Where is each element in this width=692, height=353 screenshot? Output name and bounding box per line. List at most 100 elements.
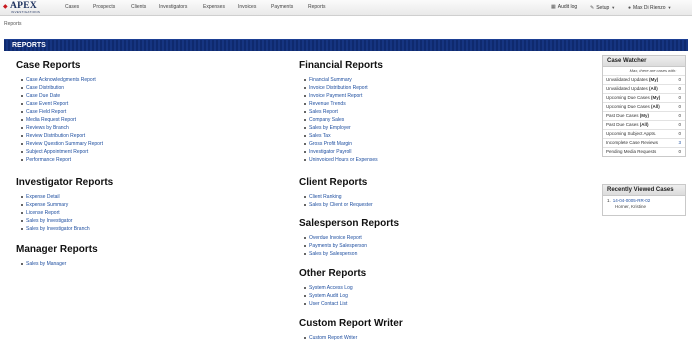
custom-report-heading: Custom Report Writer	[299, 318, 403, 329]
report-link[interactable]: Overdue Invoice Report	[303, 234, 399, 242]
report-link[interactable]: Revenue Trends	[304, 100, 383, 108]
nav-cases[interactable]: Cases	[65, 4, 79, 11]
report-link[interactable]: Review Question Summary Report	[21, 140, 103, 148]
custom-report-section: Custom Report Writer Custom Report Write…	[299, 318, 403, 342]
report-link[interactable]: License Report	[20, 209, 113, 217]
financial-reports-heading: Financial Reports	[299, 60, 383, 71]
report-link[interactable]: Gross Profit Margin	[304, 140, 383, 148]
report-link[interactable]: Custom Report Writer	[304, 334, 403, 342]
page-title: REPORTS	[12, 42, 46, 49]
watch-row[interactable]: Unvalidated Updates (My) 0	[603, 75, 685, 84]
report-link[interactable]: Expense Summary	[20, 201, 113, 209]
report-link[interactable]: Sales by Investigator	[20, 217, 113, 225]
client-reports-heading: Client Reports	[299, 177, 368, 188]
report-link[interactable]: Review Distribution Report	[21, 132, 103, 140]
report-link[interactable]: Reviews by Branch	[21, 124, 103, 132]
nav-expenses[interactable]: Expenses	[203, 4, 225, 11]
watch-count: 0	[678, 131, 681, 136]
case-watcher-panel: Case Watcher Max, there are cases with: …	[602, 55, 686, 157]
watch-row[interactable]: Upcoming Due Cases (All) 0	[603, 102, 685, 111]
client-reports-section: Client Reports Client Ranking Sales by C…	[299, 177, 373, 209]
report-link[interactable]: Financial Summary	[304, 76, 383, 84]
report-link[interactable]: Client Ranking	[304, 193, 373, 201]
watch-count: 0	[678, 113, 681, 118]
salesperson-reports-list: Overdue Invoice Report Payments by Sales…	[299, 234, 399, 258]
watch-count: 0	[678, 86, 681, 91]
salesperson-reports-heading: Salesperson Reports	[299, 218, 400, 229]
report-link[interactable]: User Contact List	[303, 300, 366, 308]
nav-investigators[interactable]: Investigators	[159, 4, 187, 11]
report-link[interactable]: Sales by Salesperson	[303, 250, 399, 258]
case-reports-list: Case Acknowledgments Report Case Distrib…	[16, 76, 103, 164]
nav-prospects[interactable]: Prospects	[93, 4, 115, 11]
manager-reports-section: Manager Reports Sales by Manager	[16, 244, 98, 268]
watch-row[interactable]: Past Due Cases (All) 0	[603, 120, 685, 129]
watch-row[interactable]: Upcoming Subject Appts. 0	[603, 129, 685, 138]
recent-case-name: Horner, Kristine	[615, 204, 647, 209]
wrench-icon: ✎	[590, 5, 595, 11]
report-link[interactable]: Investigator Payroll	[304, 148, 383, 156]
logo-tagline: INVESTIGATIONS	[11, 10, 41, 14]
report-link[interactable]: Sales by Client or Requester	[304, 201, 373, 209]
report-link[interactable]: Subject Appointment Report	[21, 148, 103, 156]
report-link[interactable]: Sales Tax	[304, 132, 383, 140]
report-link[interactable]: Sales Report	[304, 108, 383, 116]
setup-menu[interactable]: ✎ Setup ▼	[590, 4, 615, 12]
report-link[interactable]: Payments by Salesperson	[303, 242, 399, 250]
audit-log-link[interactable]: ▦ Audit log	[551, 4, 577, 11]
report-link[interactable]: Case Due Date	[21, 92, 103, 100]
watch-count: 0	[678, 122, 681, 127]
watch-row[interactable]: Pending Media Requests 0	[603, 147, 685, 156]
report-link[interactable]: Invoice Distribution Report	[304, 84, 383, 92]
report-link[interactable]: Sales by Investigator Branch	[20, 225, 113, 233]
nav-clients[interactable]: Clients	[131, 4, 146, 11]
watch-row[interactable]: Incomplete Case Reviews 3	[603, 138, 685, 147]
report-link[interactable]: Company Sales	[304, 116, 383, 124]
other-reports-section: Other Reports System Access Log System A…	[299, 268, 366, 308]
report-link[interactable]: System Audit Log	[303, 292, 366, 300]
watch-count: 0	[678, 77, 681, 82]
watch-count: 0	[678, 104, 681, 109]
audit-log-label: Audit log	[557, 4, 578, 10]
watch-row[interactable]: Unvalidated Updates (All) 0	[603, 84, 685, 93]
report-link[interactable]: Sales by Manager	[21, 260, 98, 268]
report-link[interactable]: Case Event Report	[21, 100, 103, 108]
report-link[interactable]: Media Request Report	[21, 116, 103, 124]
report-link[interactable]: Sales by Employer	[304, 124, 383, 132]
nav-reports[interactable]: Reports	[308, 4, 326, 11]
case-reports-section: Case Reports Case Acknowledgments Report…	[16, 60, 103, 164]
report-link[interactable]: Uninvoiced Hours or Expenses	[304, 156, 383, 164]
watch-count: 0	[678, 149, 681, 154]
recent-cases-title: Recently Viewed Cases	[603, 185, 685, 196]
chevron-down-icon: ▼	[611, 5, 616, 10]
nav-invoices[interactable]: Invoices	[238, 4, 256, 11]
report-link[interactable]: Case Acknowledgments Report	[21, 76, 103, 84]
other-reports-list: System Access Log System Audit Log User …	[299, 284, 366, 308]
salesperson-reports-section: Salesperson Reports Overdue Invoice Repo…	[299, 218, 399, 258]
recent-case-item[interactable]: 1. 14-04-0005-RR-02 Horner, Kristine	[603, 196, 685, 212]
financial-reports-section: Financial Reports Financial Summary Invo…	[299, 60, 383, 164]
case-reports-heading: Case Reports	[16, 60, 81, 71]
watch-row[interactable]: Past Due Cases (My) 0	[603, 111, 685, 120]
financial-reports-list: Financial Summary Invoice Distribution R…	[299, 76, 383, 164]
user-name: Max Di Rienzo	[633, 5, 666, 11]
report-link[interactable]: Expense Detail	[20, 193, 113, 201]
report-link[interactable]: Invoice Payment Report	[304, 92, 383, 100]
report-link[interactable]: Case Field Report	[21, 108, 103, 116]
watch-row[interactable]: Upcoming Due Cases (My) 0	[603, 93, 685, 102]
manager-reports-list: Sales by Manager	[16, 260, 98, 268]
investigator-reports-section: Investigator Reports Expense Detail Expe…	[16, 177, 113, 233]
recent-case-id[interactable]: 14-04-0005-RR-02	[613, 198, 651, 203]
user-menu[interactable]: ● Max Di Rienzo ▼	[628, 4, 672, 12]
nav-payments[interactable]: Payments	[271, 4, 293, 11]
report-link[interactable]: Performance Report	[21, 156, 103, 164]
report-link[interactable]: System Access Log	[303, 284, 366, 292]
investigator-reports-list: Expense Detail Expense Summary License R…	[16, 193, 113, 233]
manager-reports-heading: Manager Reports	[16, 244, 98, 255]
audit-log-icon: ▦	[551, 4, 556, 10]
report-link[interactable]: Case Distribution	[21, 84, 103, 92]
breadcrumb[interactable]: Reports	[4, 21, 22, 28]
apex-logo[interactable]: ◆ APEX INVESTIGATIONS	[3, 1, 55, 15]
case-watcher-title: Case Watcher	[603, 56, 685, 67]
recent-cases-panel: Recently Viewed Cases 1. 14-04-0005-RR-02…	[602, 184, 686, 216]
